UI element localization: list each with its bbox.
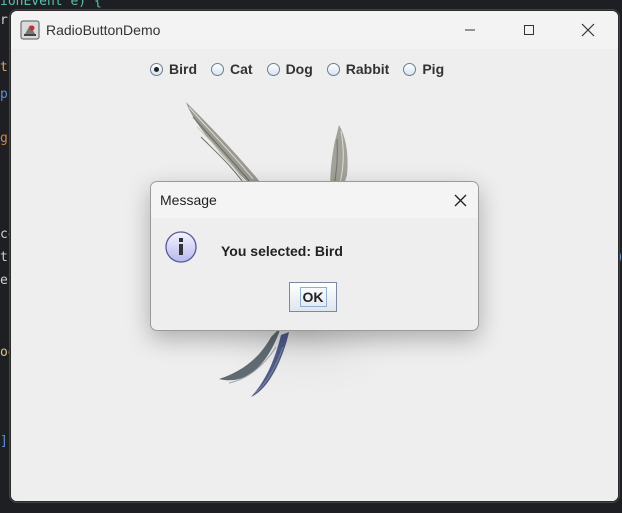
- code-fragment: p: [0, 87, 8, 102]
- java-app-icon: [20, 20, 40, 40]
- close-icon: [454, 194, 466, 206]
- radio-bird[interactable]: Bird: [150, 61, 197, 77]
- window-titlebar[interactable]: RadioButtonDemo: [11, 11, 618, 49]
- code-fragment: ionEvent e) {: [0, 0, 102, 9]
- radio-label[interactable]: Pig: [422, 61, 444, 77]
- code-fragment: g: [0, 131, 8, 146]
- radio-indicator[interactable]: [211, 62, 224, 76]
- close-icon: [581, 23, 595, 37]
- code-fragment: r: [0, 13, 8, 28]
- radio-label[interactable]: Rabbit: [346, 61, 390, 77]
- ok-button-label[interactable]: OK: [299, 287, 327, 307]
- minimize-button[interactable]: [441, 11, 499, 49]
- close-button[interactable]: [559, 11, 617, 49]
- minimize-icon: [465, 29, 475, 31]
- window-title: RadioButtonDemo: [46, 22, 161, 38]
- dialog-titlebar[interactable]: Message: [151, 182, 478, 218]
- code-fragment: ]: [0, 434, 8, 449]
- maximize-button[interactable]: [500, 11, 558, 49]
- radio-pig[interactable]: Pig: [403, 61, 444, 77]
- radio-cat[interactable]: Cat: [211, 61, 253, 77]
- radio-indicator[interactable]: [266, 62, 280, 76]
- info-icon: [165, 231, 197, 263]
- radio-indicator[interactable]: [326, 62, 340, 76]
- radio-label[interactable]: Cat: [230, 61, 253, 77]
- dialog-message: You selected: Bird: [221, 243, 343, 259]
- dialog-title: Message: [160, 192, 217, 208]
- code-fragment: t: [0, 60, 8, 75]
- radio-indicator[interactable]: [403, 62, 417, 76]
- ok-button[interactable]: OK: [289, 282, 337, 312]
- radio-group: Bird Cat Dog Rabbit Pig: [150, 61, 458, 77]
- dialog-close-button[interactable]: [450, 190, 470, 210]
- radio-label[interactable]: Dog: [286, 61, 313, 77]
- radio-rabbit[interactable]: Rabbit: [326, 61, 390, 77]
- maximize-icon: [524, 25, 534, 35]
- radio-label[interactable]: Bird: [169, 61, 197, 77]
- radio-indicator[interactable]: [150, 62, 163, 76]
- radio-dog[interactable]: Dog: [266, 61, 313, 77]
- message-dialog: Message You selected: Bird OK: [150, 181, 479, 331]
